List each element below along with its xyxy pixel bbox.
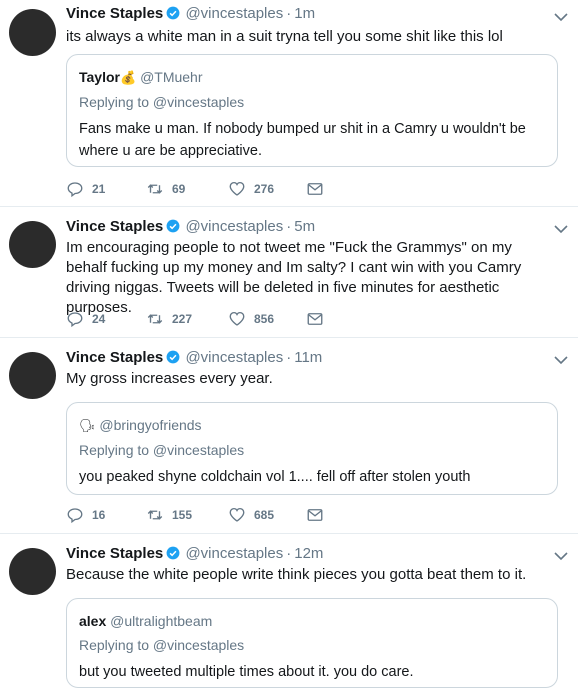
money-bag-icon: 💰 — [119, 70, 137, 85]
like-button[interactable]: 856 — [228, 310, 274, 328]
direct-message-button[interactable] — [306, 310, 324, 328]
separator-dot: · — [286, 218, 292, 235]
separator-dot: · — [286, 349, 292, 366]
quoted-author-handle: @bringyofriends — [99, 417, 202, 433]
envelope-icon — [307, 509, 323, 521]
author-handle[interactable]: @vincestaples — [185, 5, 283, 22]
heart-icon — [229, 507, 245, 522]
quoted-tweet[interactable]: 🗣 @bringyofriends Replying to @vincestap… — [66, 402, 558, 495]
envelope-icon — [307, 183, 323, 195]
retweet-button[interactable]: 155 — [146, 506, 192, 524]
reply-count: 21 — [92, 182, 106, 196]
like-button[interactable]: 685 — [228, 506, 274, 524]
like-count: 856 — [254, 312, 275, 326]
quoted-author-name: alex — [79, 613, 107, 629]
like-count: 276 — [254, 182, 275, 196]
tweet-1[interactable]: Vince Staples @vincestaples · 1m its alway… — [0, 0, 578, 207]
verified-badge-icon — [166, 6, 180, 20]
tweet-header: Vince Staples @vincestaples · 12m — [66, 544, 564, 564]
tweet-header: Vince Staples @vincestaples · 1m — [66, 4, 564, 24]
author-name[interactable]: Vince Staples — [66, 349, 163, 366]
retweet-icon — [147, 314, 163, 324]
retweet-icon — [147, 510, 163, 520]
timestamp[interactable]: 12m — [294, 545, 323, 562]
author-name[interactable]: Vince Staples — [66, 218, 163, 235]
like-button[interactable]: 276 — [228, 180, 274, 198]
quoted-text: you peaked shyne coldchain vol 1.... fel… — [79, 469, 471, 485]
quoted-tweet[interactable]: alex @ultralightbeam Replying to @vinces… — [66, 598, 558, 688]
tweet-text: Im encouraging people to not tweet me "F… — [66, 239, 522, 316]
replying-to: Replying to @vincestaples — [79, 637, 245, 653]
timestamp[interactable]: 1m — [294, 5, 315, 22]
retweet-count: 69 — [172, 182, 186, 196]
retweet-count: 155 — [172, 508, 193, 522]
replying-to: Replying to @vincestaples — [79, 94, 245, 110]
avatar[interactable] — [9, 548, 56, 595]
tweet-header: Vince Staples @vincestaples · 5m — [66, 217, 564, 237]
quoted-author-name: Taylor — [79, 69, 120, 85]
direct-message-button[interactable] — [306, 506, 324, 524]
quoted-tweet[interactable]: Taylor💰 @TMuehr Replying to @vincestaple… — [66, 54, 558, 167]
reply-button[interactable]: 24 — [66, 310, 105, 328]
quoted-text: but you tweeted multiple times about it.… — [79, 664, 414, 680]
separator-dot: · — [286, 5, 292, 22]
direct-message-button[interactable] — [306, 180, 324, 198]
timestamp[interactable]: 11m — [294, 349, 322, 366]
quoted-author-handle: @TMuehr — [140, 69, 203, 85]
author-name[interactable]: Vince Staples — [66, 545, 163, 562]
retweet-icon — [147, 184, 163, 194]
speaking-head-icon: 🗣 — [79, 418, 96, 433]
verified-badge-icon — [166, 546, 180, 560]
author-handle[interactable]: @vincestaples — [185, 218, 283, 235]
tweet-header: Vince Staples @vincestaples · 11m — [66, 348, 564, 368]
like-count: 685 — [254, 508, 275, 522]
heart-icon — [229, 181, 245, 196]
avatar[interactable] — [9, 9, 56, 56]
tweet-3[interactable]: Vince Staples @vincestaples · 11m My gross… — [0, 338, 578, 534]
envelope-icon — [307, 313, 323, 325]
tweet-2[interactable]: Vince Staples @vincestaples · 5m Im encour… — [0, 207, 578, 338]
tweet-4[interactable]: Vince Staples @vincestaples · 12m Because … — [0, 534, 578, 688]
tweet-text: My gross increases every year. — [66, 370, 273, 387]
separator-dot: · — [286, 545, 292, 562]
verified-badge-icon — [166, 219, 180, 233]
reply-count: 16 — [92, 508, 106, 522]
reply-icon — [67, 182, 83, 198]
avatar[interactable] — [9, 352, 56, 399]
verified-badge-icon — [166, 350, 180, 364]
retweet-count: 227 — [172, 312, 193, 326]
tweet-text: its always a white man in a suit tryna t… — [66, 28, 503, 45]
author-handle[interactable]: @vincestaples — [185, 349, 283, 366]
quoted-text: Fans make u man. If nobody bumped ur shi… — [79, 121, 526, 159]
reply-count: 24 — [92, 312, 106, 326]
reply-icon — [67, 312, 83, 328]
timestamp[interactable]: 5m — [294, 218, 315, 235]
avatar[interactable] — [9, 221, 56, 268]
reply-button[interactable]: 16 — [66, 506, 105, 524]
retweet-button[interactable]: 227 — [146, 310, 192, 328]
reply-button[interactable]: 21 — [66, 180, 105, 198]
heart-icon — [229, 311, 245, 326]
replying-to: Replying to @vincestaples — [79, 442, 245, 458]
retweet-button[interactable]: 69 — [146, 180, 185, 198]
quoted-author-handle: @ultralightbeam — [110, 613, 213, 629]
tweet-text: Because the white people write think pie… — [66, 566, 527, 583]
reply-icon — [67, 508, 83, 524]
author-handle[interactable]: @vincestaples — [185, 545, 283, 562]
author-name[interactable]: Vince Staples — [66, 5, 163, 22]
